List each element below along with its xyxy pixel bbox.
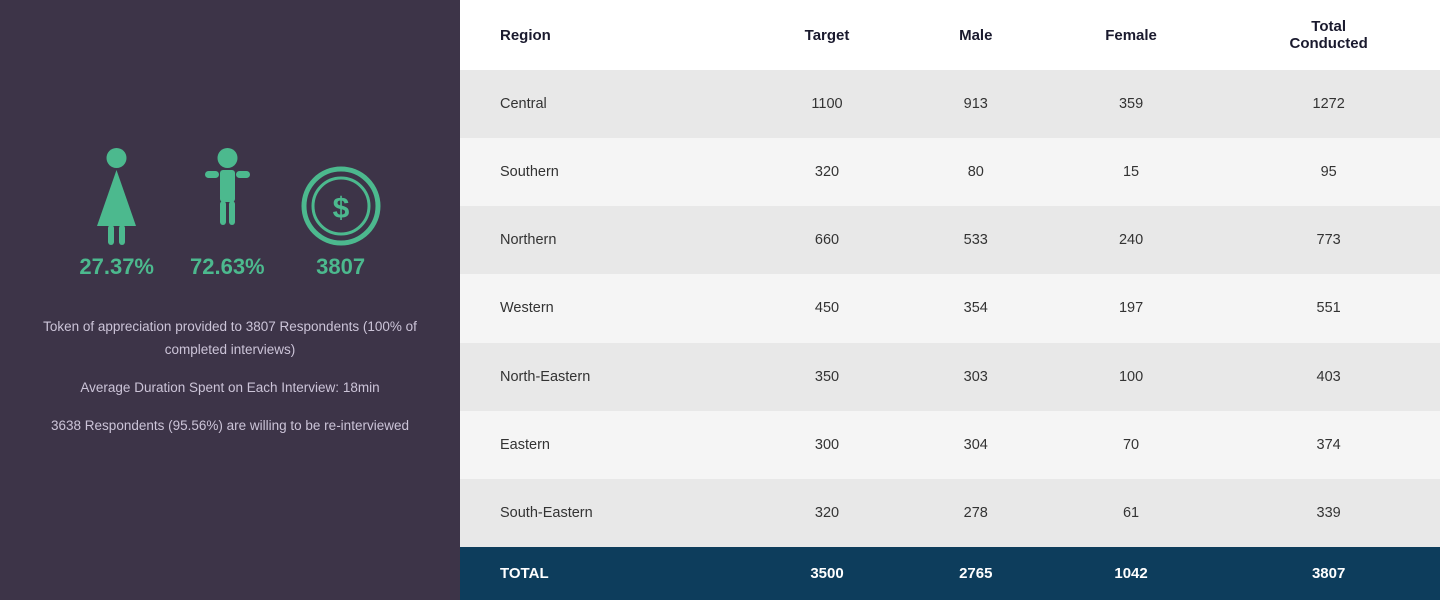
icons-row: 27.37% 72.63% $ xyxy=(79,146,380,280)
female-icon xyxy=(89,146,144,246)
svg-text:$: $ xyxy=(332,192,349,225)
table-row: Western450354197551 xyxy=(460,274,1440,342)
female-pct-label: 27.37% xyxy=(79,254,154,280)
col-male: Male xyxy=(907,0,1045,70)
col-total-conducted: TotalConducted xyxy=(1217,0,1440,70)
table-row: Southern320801595 xyxy=(460,138,1440,206)
token-text: Token of appreciation provided to 3807 R… xyxy=(40,316,420,361)
table-row: Central11009133591272 xyxy=(460,70,1440,138)
table-row: North-Eastern350303100403 xyxy=(460,343,1440,411)
col-female: Female xyxy=(1045,0,1218,70)
reinterview-text: 3638 Respondents (95.56%) are willing to… xyxy=(40,415,420,437)
female-icon-item: 27.37% xyxy=(79,146,154,280)
right-panel: Region Target Male Female TotalConducted… xyxy=(460,0,1440,600)
stats-text: Token of appreciation provided to 3807 R… xyxy=(40,316,420,453)
cell-4-2: 303 xyxy=(907,343,1045,411)
cell-6-3: 61 xyxy=(1045,479,1218,547)
cell-5-3: 70 xyxy=(1045,411,1218,479)
data-table: Region Target Male Female TotalConducted… xyxy=(460,0,1440,600)
cell-3-2: 354 xyxy=(907,274,1045,342)
table-row: Eastern30030470374 xyxy=(460,411,1440,479)
duration-text: Average Duration Spent on Each Interview… xyxy=(40,377,420,399)
cell-5-1: 300 xyxy=(747,411,906,479)
table-row: Northern660533240773 xyxy=(460,206,1440,274)
cell-3-4: 551 xyxy=(1217,274,1440,342)
table-footer-row: TOTAL 3500 2765 1042 3807 xyxy=(460,547,1440,600)
cell-6-1: 320 xyxy=(747,479,906,547)
table-body: Central11009133591272Southern320801595No… xyxy=(460,70,1440,547)
cell-1-1: 320 xyxy=(747,138,906,206)
coin-icon: $ xyxy=(301,166,381,246)
cell-5-0: Eastern xyxy=(460,411,747,479)
cell-6-0: South-Eastern xyxy=(460,479,747,547)
cell-2-0: Northern xyxy=(460,206,747,274)
cell-1-3: 15 xyxy=(1045,138,1218,206)
col-target: Target xyxy=(747,0,906,70)
cell-4-4: 403 xyxy=(1217,343,1440,411)
male-pct-label: 72.63% xyxy=(190,254,265,280)
cell-1-2: 80 xyxy=(907,138,1045,206)
cell-1-0: Southern xyxy=(460,138,747,206)
footer-male: 2765 xyxy=(907,547,1045,600)
left-panel: 27.37% 72.63% $ xyxy=(0,0,460,600)
cell-0-4: 1272 xyxy=(1217,70,1440,138)
cell-4-3: 100 xyxy=(1045,343,1218,411)
male-icon xyxy=(200,146,255,246)
cell-0-3: 359 xyxy=(1045,70,1218,138)
male-icon-item: 72.63% xyxy=(190,146,265,280)
cell-6-2: 278 xyxy=(907,479,1045,547)
cell-1-4: 95 xyxy=(1217,138,1440,206)
cell-2-3: 240 xyxy=(1045,206,1218,274)
cell-2-2: 533 xyxy=(907,206,1045,274)
cell-0-0: Central xyxy=(460,70,747,138)
cell-4-1: 350 xyxy=(747,343,906,411)
table-header-row: Region Target Male Female TotalConducted xyxy=(460,0,1440,70)
cell-3-1: 450 xyxy=(747,274,906,342)
cell-5-2: 304 xyxy=(907,411,1045,479)
cell-6-4: 339 xyxy=(1217,479,1440,547)
cell-2-1: 660 xyxy=(747,206,906,274)
col-region: Region xyxy=(460,0,747,70)
cell-5-4: 374 xyxy=(1217,411,1440,479)
cell-0-2: 913 xyxy=(907,70,1045,138)
cell-4-0: North-Eastern xyxy=(460,343,747,411)
coin-icon-item: $ 3807 xyxy=(301,166,381,280)
total-label: 3807 xyxy=(316,254,365,280)
cell-3-0: Western xyxy=(460,274,747,342)
footer-total: 3807 xyxy=(1217,547,1440,600)
footer-female: 1042 xyxy=(1045,547,1218,600)
cell-2-4: 773 xyxy=(1217,206,1440,274)
table-row: South-Eastern32027861339 xyxy=(460,479,1440,547)
cell-0-1: 1100 xyxy=(747,70,906,138)
cell-3-3: 197 xyxy=(1045,274,1218,342)
footer-target: 3500 xyxy=(747,547,906,600)
footer-region: TOTAL xyxy=(460,547,747,600)
